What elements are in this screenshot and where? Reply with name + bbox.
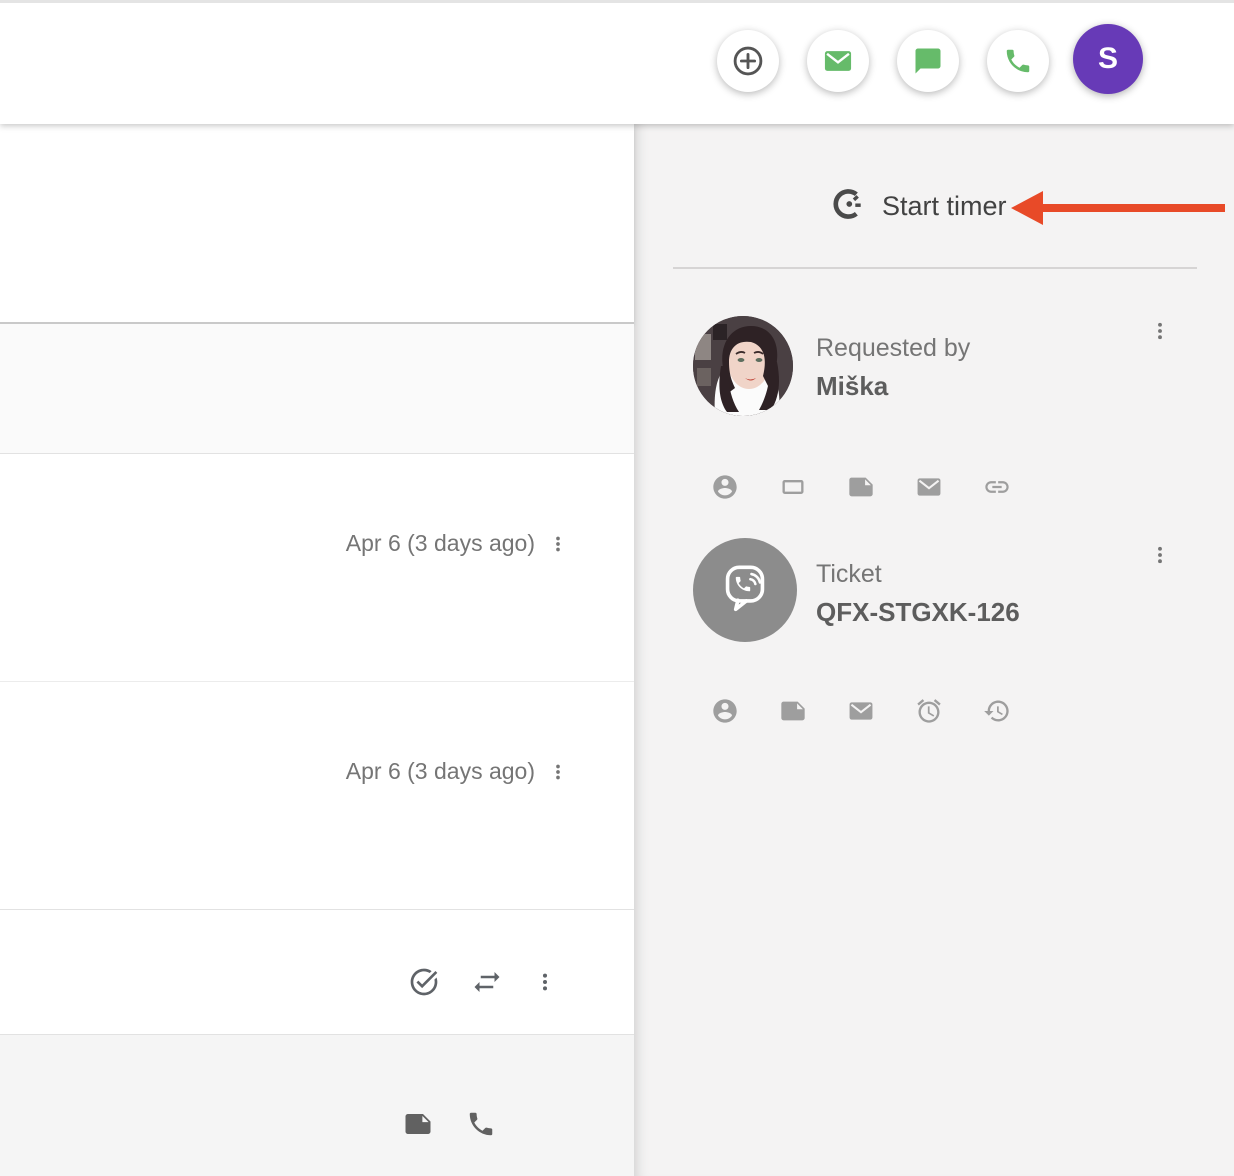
reply-toolbar-card [0, 910, 634, 1035]
person-icon[interactable] [711, 473, 739, 501]
message-meta-row: Apr 6 (3 days ago) [346, 530, 568, 557]
requester-info: Requested by Miška [816, 330, 970, 406]
annotation-arrow [1011, 191, 1225, 225]
chat-icon [913, 46, 943, 76]
start-timer-label: Start timer [882, 191, 1007, 222]
arrow-shaft [1037, 204, 1225, 212]
kebab-icon[interactable] [534, 971, 556, 993]
mail-icon [822, 45, 854, 77]
ticket-details-sidebar: Start timer [634, 124, 1234, 1176]
message-meta-row: Apr 6 (3 days ago) [346, 758, 568, 785]
note-icon[interactable] [779, 697, 807, 725]
ticket-info: Ticket QFX-STGXK-126 [816, 556, 1020, 632]
reply-footer-strip [0, 1035, 634, 1176]
plus-circle-icon [730, 43, 766, 79]
sidebar-divider [673, 267, 1197, 269]
phone-icon [1003, 46, 1033, 76]
top-action-bar: S [0, 0, 1234, 124]
ticket-thread-panel: Apr 6 (3 days ago) Apr 6 (3 days ago) [0, 124, 634, 1176]
requester-name: Miška [816, 367, 970, 406]
reply-toolbar [408, 966, 556, 998]
timer-icon [831, 186, 867, 227]
new-call-button[interactable] [987, 30, 1049, 92]
mail-icon[interactable] [847, 697, 875, 725]
kebab-icon[interactable] [1149, 544, 1171, 566]
resolve-check-icon[interactable] [408, 966, 440, 998]
user-initial: S [1098, 42, 1118, 76]
viber-channel-avatar [693, 538, 797, 642]
message-date: Apr 6 (3 days ago) [346, 530, 535, 557]
reply-footer-toolbar [403, 1109, 496, 1139]
thread-subheader-strip [0, 324, 634, 454]
app-window: S Apr 6 (3 days ago) Apr 6 (3 days ago) [0, 0, 1234, 1176]
link-icon[interactable] [983, 473, 1011, 501]
thread-header-card [0, 124, 634, 324]
transfer-arrows-icon[interactable] [472, 967, 502, 997]
message-date: Apr 6 (3 days ago) [346, 758, 535, 785]
new-chat-button[interactable] [897, 30, 959, 92]
kebab-icon[interactable] [548, 534, 568, 554]
message-card: Apr 6 (3 days ago) [0, 454, 634, 682]
note-icon[interactable] [847, 473, 875, 501]
ticket-label: Ticket [816, 556, 1020, 593]
requested-by-label: Requested by [816, 330, 970, 367]
phone-icon[interactable] [466, 1109, 496, 1139]
card-icon[interactable] [779, 473, 807, 501]
note-icon[interactable] [403, 1109, 433, 1139]
alarm-icon[interactable] [915, 697, 943, 725]
arrow-head [1011, 191, 1043, 225]
ticket-id: QFX-STGXK-126 [816, 593, 1020, 632]
person-icon[interactable] [711, 697, 739, 725]
start-timer-button[interactable]: Start timer [831, 186, 1007, 227]
contact-shortcut-row [711, 473, 1011, 501]
requester-avatar [693, 316, 793, 416]
ticket-shortcut-row [711, 697, 1011, 725]
kebab-icon[interactable] [548, 762, 568, 782]
history-icon[interactable] [983, 697, 1011, 725]
add-button[interactable] [717, 30, 779, 92]
message-card: Apr 6 (3 days ago) [0, 682, 634, 910]
compose-email-button[interactable] [807, 30, 869, 92]
user-avatar-button[interactable]: S [1073, 24, 1143, 94]
kebab-icon[interactable] [1149, 320, 1171, 342]
mail-icon[interactable] [915, 473, 943, 501]
viber-icon [714, 557, 776, 624]
